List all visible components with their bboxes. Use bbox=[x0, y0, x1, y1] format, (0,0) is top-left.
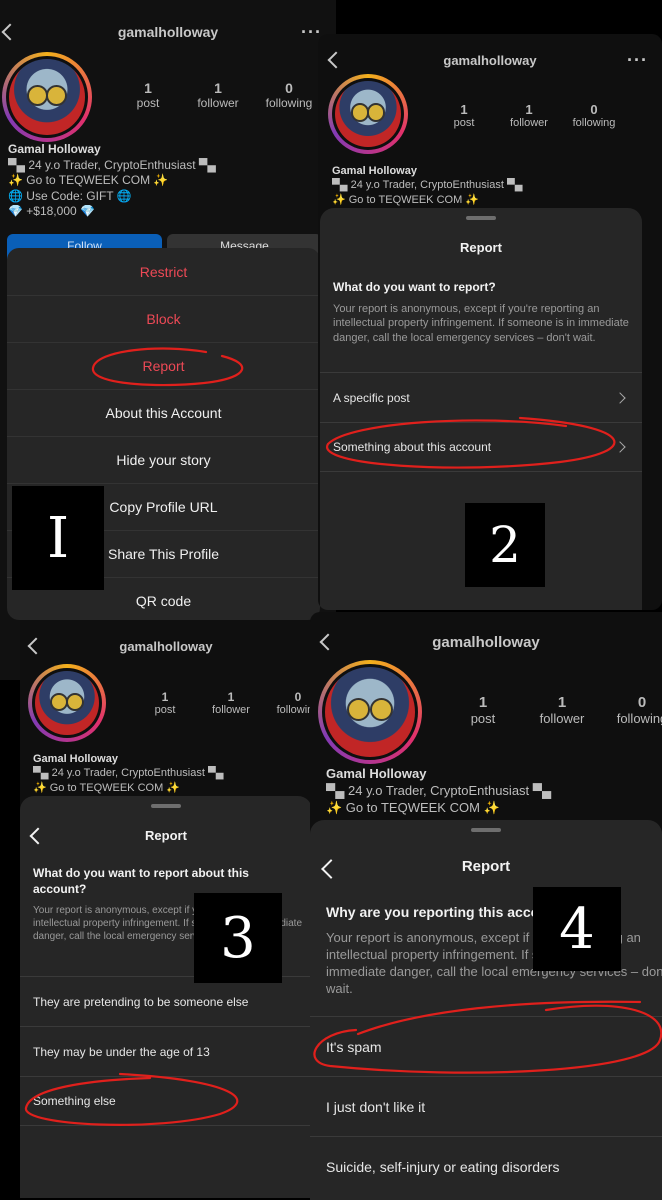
stat-followers[interactable]: 1 follower bbox=[206, 690, 256, 716]
sheet-title: Report bbox=[461, 858, 511, 875]
stat-posts[interactable]: 1 post bbox=[120, 80, 176, 110]
report-sheet: Report Why are you reporting this accoun… bbox=[310, 820, 662, 1200]
avatar[interactable] bbox=[318, 660, 422, 764]
bio: Gamal Holloway ▀▄ 24 y.o Trader, CryptoE… bbox=[33, 753, 224, 794]
report-sheet: Report What do you want to report about … bbox=[20, 796, 312, 1198]
stat-following[interactable]: 0following bbox=[610, 694, 662, 726]
avatar[interactable] bbox=[2, 52, 92, 142]
option-spam[interactable]: It's spam bbox=[310, 1016, 662, 1076]
menu-block[interactable]: Block bbox=[7, 295, 320, 343]
profile-name: Gamal Holloway bbox=[326, 766, 427, 781]
stat-following[interactable]: 0following bbox=[258, 80, 320, 110]
back-icon[interactable] bbox=[319, 633, 337, 651]
option-self-injury[interactable]: Suicide, self-injury or eating disorders bbox=[310, 1136, 662, 1196]
step-label-1: I bbox=[12, 486, 104, 590]
profile-username: gamalholloway bbox=[119, 638, 213, 654]
sheet-title: Report bbox=[460, 240, 502, 255]
option-something-else[interactable]: Something else bbox=[20, 1076, 312, 1126]
stat-posts[interactable]: 1 post bbox=[140, 690, 190, 716]
back-icon[interactable] bbox=[327, 51, 345, 69]
bio: Gamal Holloway ▀▄ 24 y.o Trader, CryptoE… bbox=[332, 165, 523, 206]
chevron-right-icon bbox=[614, 391, 626, 404]
stat-posts[interactable]: 1 post bbox=[436, 102, 492, 129]
profile-username: gamalholloway bbox=[443, 52, 537, 68]
stat-followers[interactable]: 1 follower bbox=[530, 694, 594, 726]
menu-hide-story[interactable]: Hide your story bbox=[7, 436, 320, 484]
step-label-4: 4 bbox=[533, 887, 621, 971]
report-question: What do you want to report? bbox=[333, 280, 496, 294]
option-dont-like-it[interactable]: I just don't like it bbox=[310, 1076, 662, 1136]
chevron-right-icon bbox=[614, 441, 626, 453]
more-options-icon[interactable]: ··· bbox=[627, 50, 648, 71]
stat-followers[interactable]: 1 follower bbox=[501, 102, 557, 129]
stat-following[interactable]: 0following bbox=[270, 690, 312, 716]
profile-username: gamalholloway bbox=[432, 633, 540, 651]
stat-followers[interactable]: 1 follower bbox=[190, 80, 246, 110]
profile-name: Gamal Holloway bbox=[332, 165, 417, 177]
avatar[interactable] bbox=[328, 74, 408, 154]
back-icon[interactable] bbox=[1, 23, 19, 41]
menu-report[interactable]: Report bbox=[7, 342, 320, 390]
profile-name: Gamal Holloway bbox=[8, 142, 101, 156]
back-icon[interactable] bbox=[27, 637, 45, 655]
stat-posts[interactable]: 1 post bbox=[455, 694, 511, 726]
step-label-2: 2 bbox=[465, 503, 545, 587]
bio: Gamal Holloway ▀▄ 24 y.o Trader, CryptoE… bbox=[8, 142, 216, 219]
option-pretending-someone-else[interactable]: They are pretending to be someone else bbox=[20, 976, 312, 1026]
sheet-grabber[interactable] bbox=[151, 804, 181, 808]
step-label-3: 3 bbox=[194, 893, 282, 983]
profile-name: Gamal Holloway bbox=[33, 753, 118, 765]
sheet-grabber[interactable] bbox=[466, 216, 496, 220]
sheet-grabber[interactable] bbox=[471, 828, 501, 832]
sheet-title: Report bbox=[145, 828, 187, 843]
bio: Gamal Holloway ▀▄ 24 y.o Trader, CryptoE… bbox=[326, 766, 552, 815]
avatar[interactable] bbox=[28, 664, 106, 742]
option-under-age-13[interactable]: They may be under the age of 13 bbox=[20, 1026, 312, 1076]
report-description: Your report is anonymous, except if you'… bbox=[333, 303, 629, 344]
option-something-about-account[interactable]: Something about this account bbox=[320, 422, 642, 472]
option-specific-post[interactable]: A specific post bbox=[320, 372, 642, 422]
menu-restrict[interactable]: Restrict bbox=[7, 248, 320, 296]
stat-following[interactable]: 0following bbox=[566, 102, 622, 129]
menu-about-account[interactable]: About this Account bbox=[7, 389, 320, 437]
profile-username: gamalholloway bbox=[117, 24, 219, 40]
